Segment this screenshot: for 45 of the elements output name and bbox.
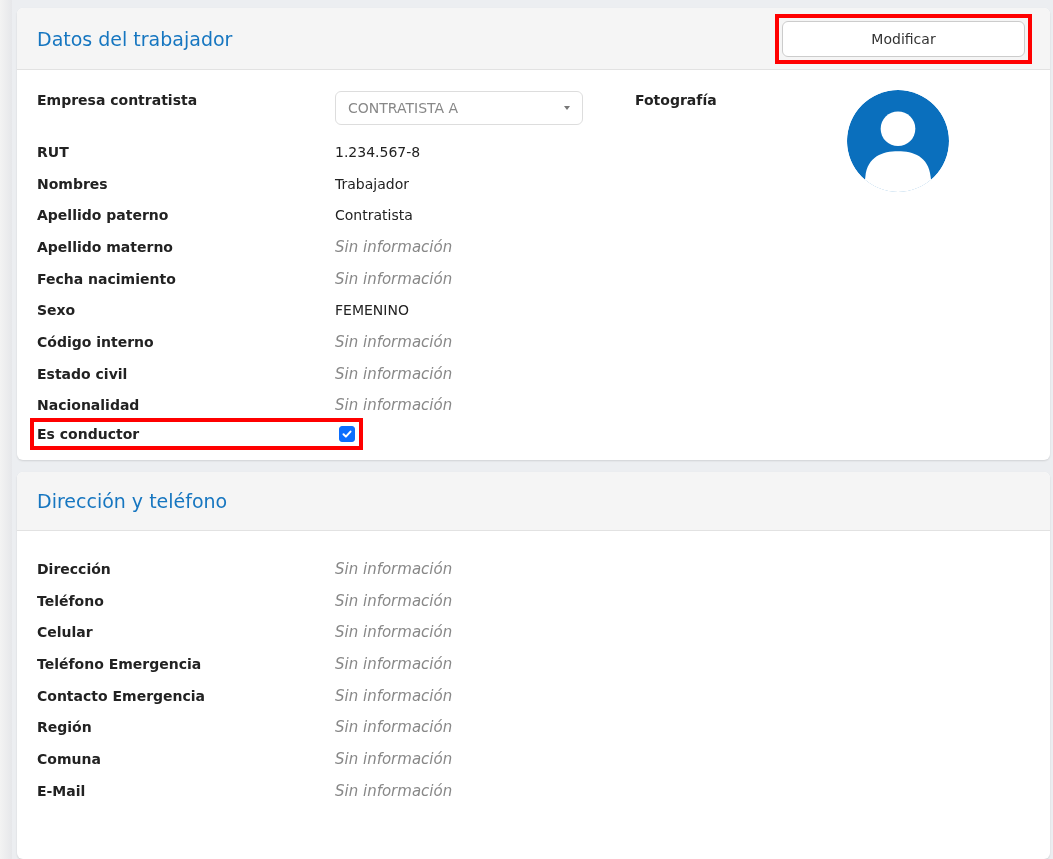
field-label: Sexo bbox=[37, 302, 77, 319]
field-label: Teléfono Emergencia bbox=[37, 655, 203, 672]
field-value: Sin información bbox=[335, 718, 453, 737]
modify-button[interactable]: Modificar bbox=[782, 20, 1025, 57]
field-value: 1.234.567-8 bbox=[335, 143, 421, 160]
field-value: FEMENINO bbox=[335, 302, 409, 319]
field-label: Celular bbox=[37, 624, 94, 641]
field-value: Sin información bbox=[335, 364, 453, 383]
field-label: Fecha nacimiento bbox=[37, 270, 177, 287]
field-value: Sin información bbox=[335, 781, 453, 800]
field-label: Apellido paterno bbox=[37, 207, 170, 224]
field-value: Sin información bbox=[335, 686, 453, 705]
field-label: Contacto Emergencia bbox=[37, 687, 207, 704]
field-label: Empresa contratista bbox=[37, 91, 199, 108]
field-label: Teléfono bbox=[37, 592, 105, 609]
field-label: Fotografía bbox=[635, 91, 717, 110]
field-value: Sin información bbox=[335, 237, 453, 256]
avatar-icon bbox=[846, 90, 949, 192]
field-label: Nombres bbox=[37, 175, 109, 192]
field-value: Sin información bbox=[335, 269, 453, 288]
checkmark-icon bbox=[341, 428, 353, 441]
section-title: Datos del trabajador bbox=[37, 27, 233, 50]
field-value: Sin información bbox=[335, 591, 453, 610]
field-label: Apellido materno bbox=[37, 238, 174, 255]
field-label: Comuna bbox=[37, 750, 102, 767]
field-label: Dirección bbox=[37, 560, 112, 577]
checkbox[interactable] bbox=[339, 426, 355, 443]
field-value: Sin información bbox=[335, 654, 453, 673]
field-value: Sin información bbox=[335, 332, 453, 351]
field-label: RUT bbox=[37, 143, 70, 160]
field-value: Contratista bbox=[335, 207, 413, 224]
field-label: E-Mail bbox=[37, 782, 87, 799]
field-value: Trabajador bbox=[335, 175, 409, 192]
field-value: Sin información bbox=[335, 396, 453, 415]
section-title: Dirección y teléfono bbox=[37, 490, 228, 512]
field-value: Sin información bbox=[335, 559, 453, 578]
field-value: Sin información bbox=[335, 749, 453, 768]
field-label: Región bbox=[37, 719, 93, 736]
field-value: Sin información bbox=[335, 623, 453, 642]
caret-icon bbox=[564, 106, 570, 110]
field-label: Estado civil bbox=[37, 365, 129, 382]
dropdown[interactable]: CONTRATISTA A bbox=[335, 91, 583, 125]
field-label: Es conductor bbox=[37, 426, 141, 443]
field-label: Código interno bbox=[37, 333, 155, 350]
field-label: Nacionalidad bbox=[37, 397, 141, 414]
